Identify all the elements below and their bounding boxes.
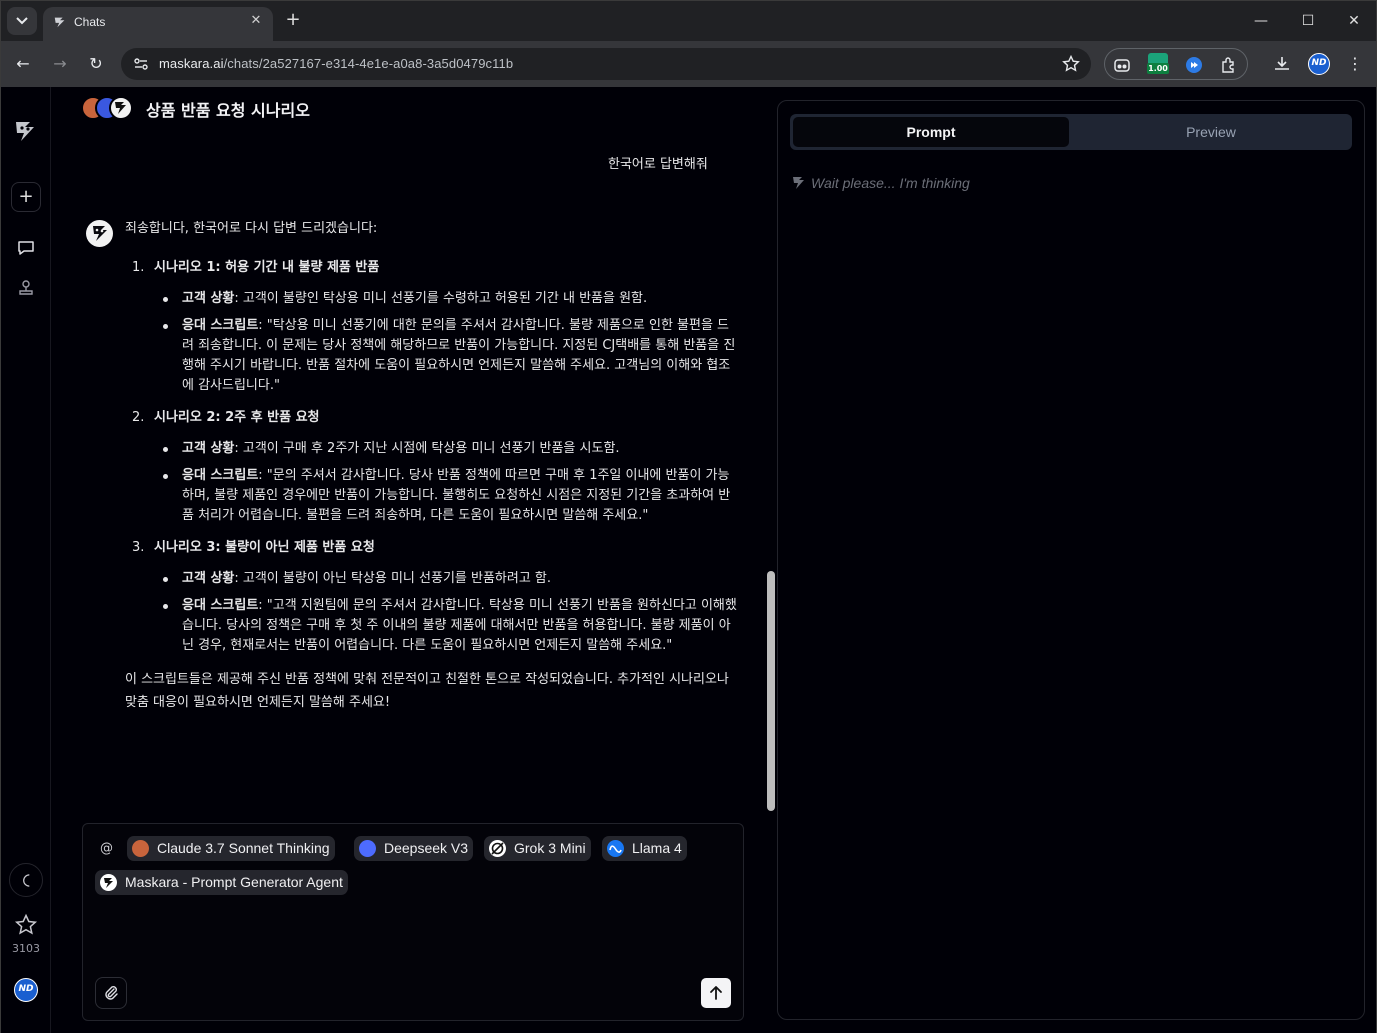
scenario-item: 1. 시나리오 1: 허용 기간 내 불량 제품 반품 고객 상황: 고객이 불량…: [125, 258, 740, 396]
answer-intro: 죄송합니다, 한국어로 다시 답변 드리겠습니다:: [125, 221, 378, 236]
model-chip-claude[interactable]: Claude 3.7 Sonnet Thinking: [127, 836, 335, 861]
user-message: 한국어로 답변해줘: [608, 157, 708, 172]
browser-window: Chats ✕ + — ☐ ✕ ← → ↻ maskara.ai/chats/2…: [0, 0, 1377, 1033]
scenario-number: 2.: [132, 410, 145, 425]
maskara-mark-icon: [115, 102, 126, 114]
new-tab-button[interactable]: +: [283, 11, 303, 31]
agent-stamp-icon[interactable]: [16, 278, 36, 298]
claude-icon: [132, 840, 149, 857]
app-area: + 3103 ND 상품 반품 요청 시나리오 한국어로 답변해줘 죄송합니다,…: [1, 87, 1376, 1033]
grok-icon: [489, 840, 506, 857]
response-script: 응대 스크립트: "문의 주셔서 감사합니다. 당사 반품 정책에 따르면 구매…: [163, 466, 740, 526]
maskara-small-icon: [793, 177, 804, 189]
speed-extension-icon[interactable]: 1.00: [1147, 53, 1169, 77]
customer-situation: 고객 상황: 고객이 불량인 탁상용 미니 선풍기를 수령하고 허용된 기간 내…: [163, 289, 740, 309]
paperclip-icon: [105, 986, 118, 1000]
assistant-avatar: [86, 220, 113, 247]
answer-outro: 이 스크립트들은 제공해 주신 반품 정책에 맞춰 전문적이고 친절한 톤으로 …: [125, 672, 729, 710]
address-bar[interactable]: maskara.ai/chats/2a527167-e314-4e1e-a0a8…: [121, 48, 1091, 80]
close-tab-icon[interactable]: ✕: [247, 12, 265, 30]
tab-prompt[interactable]: Prompt: [793, 117, 1069, 147]
tab-title: Chats: [74, 15, 106, 29]
new-chat-button[interactable]: +: [11, 182, 41, 212]
model-chip-maskara[interactable]: Maskara - Prompt Generator Agent: [95, 870, 348, 895]
scenario-number: 3.: [132, 540, 145, 555]
chat-scrollbar[interactable]: [767, 571, 775, 811]
reload-icon[interactable]: ↻: [84, 52, 108, 76]
model-chip-llama[interactable]: Llama 4: [602, 836, 687, 861]
maskara-assistant-icon: [93, 226, 107, 241]
bookmark-star-icon[interactable]: [1061, 54, 1081, 74]
profile-avatar[interactable]: ND: [1308, 53, 1330, 75]
extensions-puzzle-icon[interactable]: [1220, 56, 1238, 74]
assistant-message: 죄송합니다, 한국어로 다시 답변 드리겠습니다: 1. 시나리오 1: 허용 기…: [125, 219, 740, 714]
minimize-icon[interactable]: —: [1249, 9, 1273, 33]
site-info-icon[interactable]: [133, 56, 149, 72]
close-window-icon[interactable]: ✕: [1342, 9, 1366, 33]
scenario-title: 1. 시나리오 1: 허용 기간 내 불량 제품 반품: [125, 258, 740, 278]
user-avatar[interactable]: ND: [14, 978, 38, 1002]
arrow-up-icon: [710, 986, 722, 1000]
maskara-logo-icon[interactable]: [14, 119, 38, 145]
star-icon[interactable]: [14, 913, 38, 937]
maskara-favicon-icon: [54, 17, 65, 28]
thinking-status: Wait please... I'm thinking: [792, 175, 970, 191]
maskara-icon: [100, 874, 117, 891]
scenario-number: 1.: [132, 260, 145, 275]
maximize-icon[interactable]: ☐: [1296, 9, 1320, 33]
tab-search-button[interactable]: [7, 7, 37, 35]
scenario-title: 3. 시나리오 3: 불량이 아닌 제품 반품 요청: [125, 538, 740, 558]
message-composer[interactable]: @ Claude 3.7 Sonnet Thinking Deepseek V3…: [82, 823, 744, 1021]
left-rail: + 3103 ND: [1, 87, 51, 1033]
send-button[interactable]: [701, 978, 731, 1008]
response-script: 응대 스크립트: "탁상용 미니 선풍기에 대한 문의를 주셔서 감사합니다. …: [163, 316, 740, 396]
scenario-item: 3. 시나리오 3: 불량이 아닌 제품 반품 요청 고객 상황: 고객이 불량이…: [125, 538, 740, 656]
customer-situation: 고객 상황: 고객이 구매 후 2주가 지난 시점에 탁상용 미니 선풍기 반품…: [163, 439, 740, 459]
mention-symbol: @: [100, 841, 113, 856]
panel-tabs: Prompt Preview: [790, 114, 1352, 150]
prompt-panel: Prompt Preview Wait please... I'm thinki…: [777, 100, 1365, 1020]
scenario-list: 1. 시나리오 1: 허용 기간 내 불량 제품 반품 고객 상황: 고객이 불량…: [125, 258, 740, 656]
star-count: 3103: [12, 942, 40, 955]
incognito-extension-icon[interactable]: [1113, 56, 1131, 74]
url-text: maskara.ai/chats/2a527167-e314-4e1e-a0a8…: [159, 56, 514, 71]
customer-situation: 고객 상황: 고객이 불량이 아닌 탁상용 미니 선풍기를 반품하려고 함.: [163, 569, 740, 589]
response-script: 응대 스크립트: "고객 지원팀에 문의 주셔서 감사합니다. 탁상용 미니 선…: [163, 596, 740, 656]
attach-button[interactable]: [95, 977, 127, 1009]
maskara-avatar-icon: [109, 96, 133, 120]
theme-toggle-button[interactable]: [9, 863, 43, 897]
chats-icon[interactable]: [16, 238, 36, 258]
model-avatars: [81, 96, 141, 120]
chat-title: 상품 반품 요청 시나리오: [146, 101, 310, 120]
blue-extension-icon[interactable]: [1185, 56, 1203, 74]
back-arrow-icon[interactable]: ←: [11, 52, 35, 76]
browser-menu-icon[interactable]: ⋮: [1345, 53, 1365, 75]
deepseek-icon: [359, 840, 376, 857]
download-icon[interactable]: [1272, 54, 1292, 74]
browser-toolbar: ← → ↻ maskara.ai/chats/2a527167-e314-4e1…: [1, 41, 1376, 87]
chevron-down-icon: [16, 17, 28, 25]
moon-icon: [23, 874, 30, 887]
tab-strip: Chats ✕ + — ☐ ✕: [1, 1, 1376, 41]
scenario-item: 2. 시나리오 2: 2주 후 반품 요청 고객 상황: 고객이 구매 후 2주가…: [125, 408, 740, 526]
model-chip-deepseek[interactable]: Deepseek V3: [354, 836, 474, 861]
browser-tab[interactable]: Chats ✕: [43, 7, 273, 41]
meta-icon: [607, 840, 624, 857]
speed-badge: 1.00: [1147, 63, 1169, 74]
scenario-title: 2. 시나리오 2: 2주 후 반품 요청: [125, 408, 740, 428]
tab-preview[interactable]: Preview: [1073, 117, 1349, 147]
forward-arrow-icon[interactable]: →: [48, 52, 72, 76]
extensions-area: 1.00: [1104, 48, 1248, 80]
model-chip-grok[interactable]: Grok 3 Mini: [484, 836, 591, 861]
